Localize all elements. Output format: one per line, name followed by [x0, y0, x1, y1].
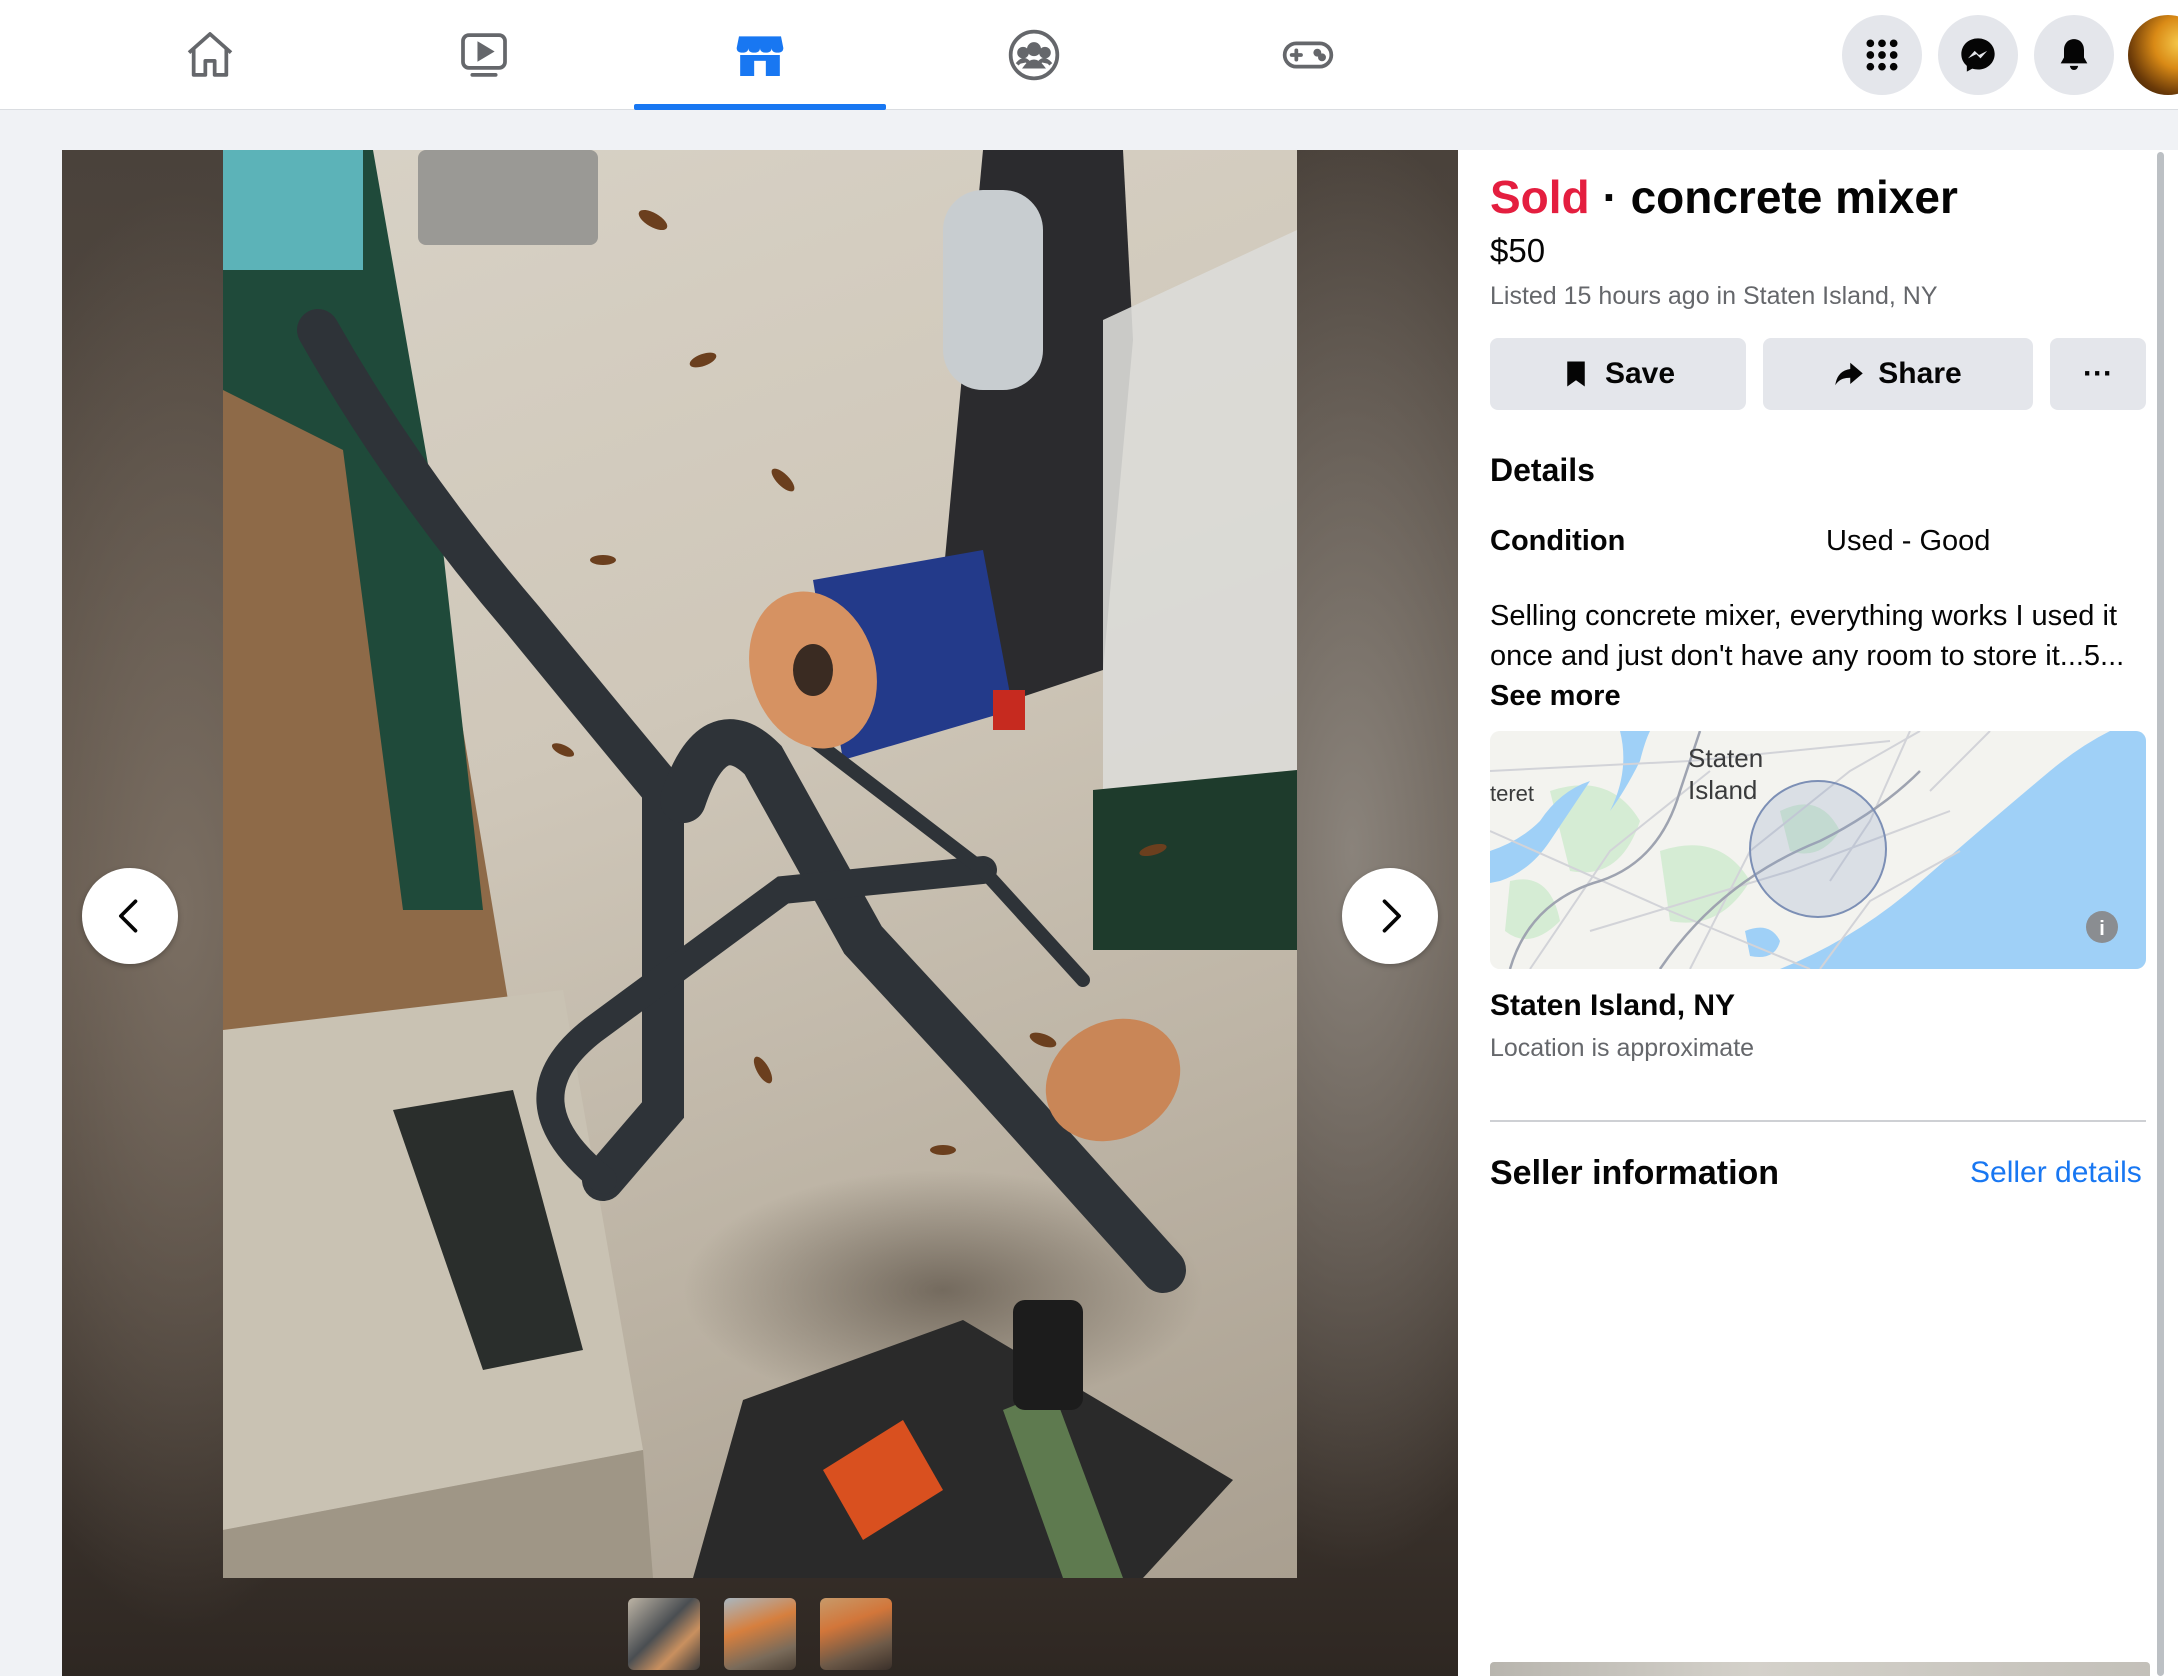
photo-thumbnails: [628, 1598, 892, 1670]
map-info-icon[interactable]: i: [2086, 911, 2118, 943]
listing-price: $50: [1490, 232, 1546, 269]
map-label-island: Island: [1688, 775, 1757, 805]
map-illustration: Staten Island teret i: [1490, 731, 2146, 969]
sold-status: Sold: [1490, 171, 1590, 223]
thumbnail-3[interactable]: [820, 1598, 892, 1670]
nav-tab-gaming[interactable]: [1182, 0, 1434, 110]
next-photo-button[interactable]: [1342, 868, 1438, 964]
messenger-icon: [1961, 38, 1995, 72]
share-arrow-icon: [1835, 362, 1864, 386]
more-options-icon: ···: [2083, 357, 2113, 390]
map-label-carteret: teret: [1490, 781, 1534, 806]
description-text: Selling concrete mixer, everything works…: [1490, 600, 2125, 672]
location-name: Staten Island, NY: [1490, 989, 1736, 1022]
more-options-button[interactable]: ···: [2050, 338, 2146, 410]
listing-photo: [223, 150, 1297, 1578]
menu-grid-icon: [1866, 39, 1898, 71]
concrete-mixer-photo-illustration: [223, 150, 1297, 1578]
marketplace-store-icon: [736, 36, 784, 76]
home-icon: [187, 32, 233, 77]
groups-icon: [1008, 29, 1060, 81]
save-button[interactable]: Save: [1490, 338, 1746, 410]
nav-tab-home[interactable]: [84, 0, 336, 110]
location-map[interactable]: Staten Island teret i: [1490, 731, 2146, 969]
previous-photo-button[interactable]: [82, 868, 178, 964]
bookmark-icon: [1567, 361, 1585, 387]
nav-tab-watch[interactable]: [358, 0, 610, 110]
share-label: Share: [1878, 357, 1962, 390]
notifications-button[interactable]: [2034, 15, 2114, 95]
profile-avatar[interactable]: [2128, 15, 2178, 95]
game-controller-icon: [1282, 41, 1334, 69]
thumbnail-2[interactable]: [724, 1598, 796, 1670]
messenger-button[interactable]: [1938, 15, 2018, 95]
chevron-left-icon: [119, 899, 138, 933]
menu-button[interactable]: [1842, 15, 1922, 95]
listing-description: Selling concrete mixer, everything works…: [1490, 596, 2140, 716]
video-play-icon: [461, 33, 507, 77]
top-navigation-bar: [0, 0, 2178, 110]
next-section-preview: [1490, 1662, 2150, 1676]
condition-label: Condition: [1490, 525, 1626, 557]
bell-icon: [2060, 39, 2088, 70]
listing-title-text: concrete mixer: [1630, 171, 1958, 223]
title-separator: ·: [1602, 171, 1618, 223]
share-button[interactable]: Share: [1763, 338, 2033, 410]
section-divider: [1490, 1120, 2146, 1122]
listing-title: Sold · concrete mixer: [1490, 170, 1958, 224]
location-note: Location is approximate: [1490, 1034, 1755, 1062]
panel-scrollbar-thumb[interactable]: [2157, 152, 2164, 1676]
thumbnail-1[interactable]: [628, 1598, 700, 1670]
map-info-glyph: i: [2099, 918, 2105, 940]
nav-tab-marketplace[interactable]: [634, 0, 886, 110]
photo-viewer: [62, 150, 1458, 1676]
nav-tab-groups[interactable]: [908, 0, 1160, 110]
seller-information-heading: Seller information: [1490, 1154, 1780, 1192]
map-label-staten: Staten: [1688, 743, 1763, 773]
listed-time-location: Listed 15 hours ago in Staten Island, NY: [1490, 282, 1938, 310]
save-label: Save: [1604, 357, 1676, 390]
chevron-right-icon: [1382, 899, 1401, 933]
condition-value: Used - Good: [1826, 525, 1991, 557]
see-more-link[interactable]: See more: [1490, 680, 1621, 712]
details-heading: Details: [1490, 452, 1595, 488]
seller-details-link[interactable]: Seller details: [1970, 1156, 2142, 1190]
